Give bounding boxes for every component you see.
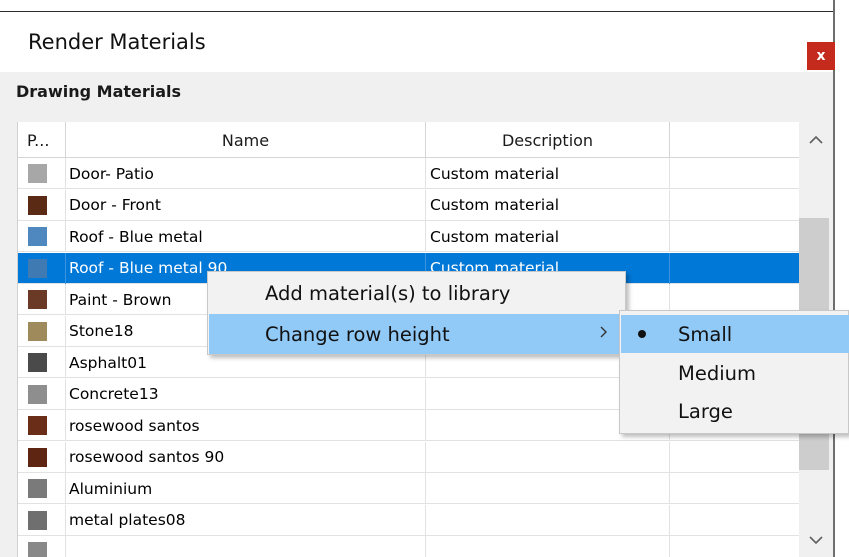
chevron-right-icon bbox=[599, 326, 607, 342]
table-row[interactable]: rosewood santos 90 bbox=[18, 441, 799, 473]
name-cell: metal plates08 bbox=[66, 504, 426, 536]
material-swatch bbox=[28, 290, 47, 309]
table-row[interactable]: Roof - Blue metal Custom material bbox=[18, 221, 799, 252]
description-cell bbox=[426, 536, 670, 557]
description-cell: Custom material bbox=[426, 221, 670, 252]
preview-cell bbox=[18, 378, 66, 410]
submenu-item-medium[interactable]: Medium bbox=[621, 354, 849, 392]
material-swatch bbox=[28, 258, 47, 278]
table-row[interactable]: metal plates08 bbox=[18, 504, 799, 536]
submenu-item-label: Medium bbox=[678, 361, 756, 385]
material-swatch bbox=[28, 227, 47, 246]
material-swatch bbox=[28, 321, 47, 341]
preview-cell bbox=[18, 441, 66, 473]
material-swatch bbox=[28, 510, 47, 530]
extra-cell bbox=[670, 221, 799, 252]
table-row[interactable]: Aluminium bbox=[18, 473, 799, 504]
menu-item-add-to-library[interactable]: Add material(s) to library bbox=[209, 273, 626, 313]
submenu-item-large[interactable]: Large bbox=[621, 392, 849, 430]
context-menu: Add material(s) to library Change row he… bbox=[207, 271, 626, 355]
material-swatch bbox=[28, 479, 47, 498]
name-cell bbox=[66, 536, 426, 557]
preview-cell bbox=[18, 284, 66, 315]
preview-cell bbox=[18, 189, 66, 221]
scroll-down-button[interactable] bbox=[799, 523, 833, 557]
name-cell: Roof - Blue metal bbox=[66, 221, 426, 252]
column-header-name[interactable]: Name bbox=[66, 122, 426, 158]
name-cell: Concrete13 bbox=[66, 378, 426, 410]
submenu-item-small[interactable]: Small bbox=[621, 315, 849, 353]
material-swatch bbox=[28, 353, 47, 372]
description-cell: Custom material bbox=[426, 158, 670, 189]
material-swatch bbox=[28, 384, 47, 404]
description-cell bbox=[426, 473, 670, 504]
bullet-icon bbox=[638, 330, 646, 338]
scroll-up-button[interactable] bbox=[799, 122, 833, 156]
name-cell: rosewood santos bbox=[66, 410, 426, 441]
table-row[interactable] bbox=[18, 536, 799, 557]
name-cell: Door - Front bbox=[66, 189, 426, 221]
preview-cell bbox=[18, 252, 66, 284]
window-right-edge bbox=[833, 0, 835, 557]
name-cell: Aluminium bbox=[66, 473, 426, 504]
table-header: P... Name Description bbox=[18, 122, 799, 158]
material-swatch bbox=[28, 164, 47, 183]
close-icon: x bbox=[816, 48, 826, 64]
chevron-down-icon bbox=[809, 535, 823, 544]
extra-cell bbox=[670, 473, 799, 504]
table-row[interactable]: Door- Patio Custom material bbox=[18, 158, 799, 189]
column-header-extra[interactable] bbox=[670, 122, 799, 158]
menu-item-label: Add material(s) to library bbox=[265, 281, 511, 305]
section-title: Drawing Materials bbox=[16, 82, 182, 101]
preview-cell bbox=[18, 221, 66, 252]
column-header-description[interactable]: Description bbox=[426, 122, 670, 158]
preview-cell bbox=[18, 473, 66, 504]
close-button[interactable]: x bbox=[807, 42, 835, 70]
description-cell: Custom material bbox=[426, 189, 670, 221]
table-row[interactable]: Door - Front Custom material bbox=[18, 189, 799, 221]
title-bar: Render Materials x bbox=[0, 12, 835, 72]
extra-cell bbox=[670, 536, 799, 557]
extra-cell bbox=[670, 253, 799, 284]
description-cell bbox=[426, 504, 670, 536]
description-cell bbox=[426, 441, 670, 473]
menu-item-change-row-height[interactable]: Change row height bbox=[209, 314, 626, 354]
preview-cell bbox=[18, 504, 66, 536]
material-swatch bbox=[28, 447, 47, 467]
preview-cell bbox=[18, 410, 66, 441]
material-swatch bbox=[28, 542, 47, 557]
window-top-edge bbox=[0, 0, 834, 12]
preview-cell bbox=[18, 536, 66, 557]
column-header-label: Name bbox=[221, 130, 270, 150]
column-header-label: Description bbox=[501, 130, 594, 150]
window-title: Render Materials bbox=[28, 30, 206, 54]
name-cell: rosewood santos 90 bbox=[66, 441, 426, 473]
preview-cell bbox=[18, 315, 66, 347]
extra-cell bbox=[670, 190, 799, 221]
preview-cell bbox=[18, 158, 66, 189]
column-header-label: P... bbox=[27, 130, 50, 150]
chevron-up-icon bbox=[809, 135, 823, 144]
row-height-submenu: Small Medium Large bbox=[619, 310, 849, 434]
material-swatch bbox=[28, 416, 47, 435]
extra-cell bbox=[670, 158, 799, 189]
material-swatch bbox=[28, 195, 47, 215]
preview-cell bbox=[18, 347, 66, 378]
menu-item-label: Change row height bbox=[265, 322, 450, 346]
extra-cell bbox=[670, 505, 799, 536]
extra-cell bbox=[670, 442, 799, 473]
name-cell: Door- Patio bbox=[66, 158, 426, 189]
column-header-preview[interactable]: P... bbox=[18, 122, 66, 158]
submenu-item-label: Small bbox=[678, 322, 733, 346]
submenu-item-label: Large bbox=[678, 399, 733, 423]
